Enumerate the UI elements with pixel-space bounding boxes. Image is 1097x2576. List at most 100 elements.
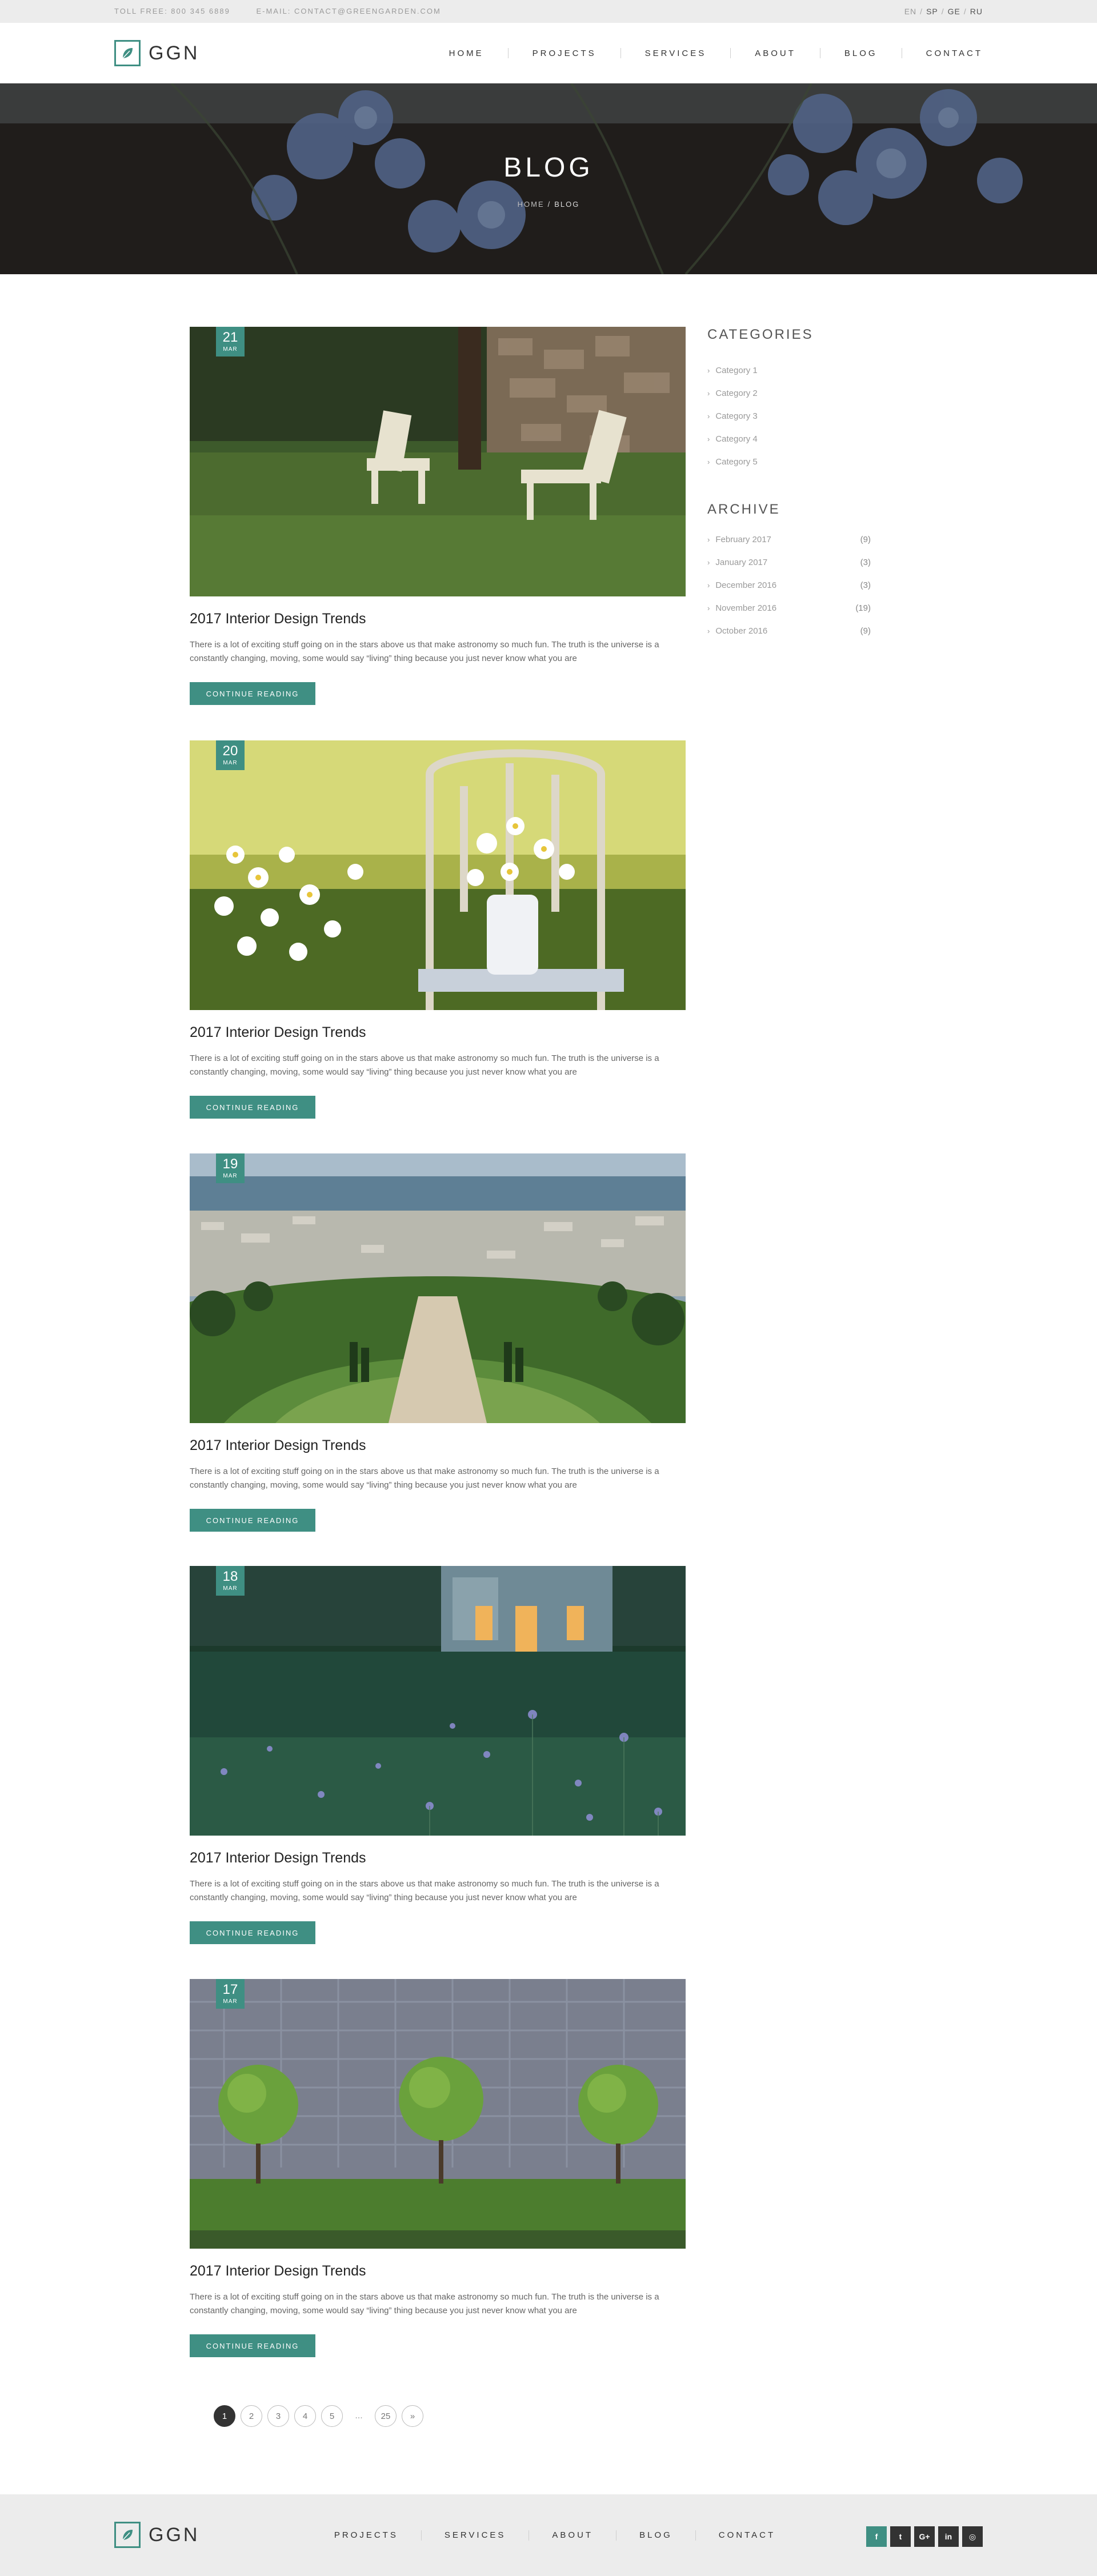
date-badge: 18 MAR [216, 1566, 245, 1596]
archive-item[interactable]: › October 2016 (9) [707, 619, 907, 642]
post-title[interactable]: 2017 Interior Design Trends [190, 1850, 366, 1866]
chevron-right-icon: › [707, 535, 710, 544]
leaf-icon [114, 40, 141, 66]
post-title[interactable]: 2017 Interior Design Trends [190, 2263, 366, 2279]
lang-separator: / [941, 7, 944, 16]
contact-info: TOLL FREE: 800 345 6889 E-MAIL: CONTACT@… [114, 0, 441, 23]
post-image[interactable]: 18 MAR [190, 1566, 686, 1836]
archive-count: (19) [855, 603, 871, 613]
archive-count: (3) [860, 580, 871, 590]
date-badge: 20 MAR [216, 740, 245, 770]
post-image[interactable]: 17 MAR [190, 1979, 686, 2249]
post-title[interactable]: 2017 Interior Design Trends [190, 611, 366, 627]
google-plus-icon[interactable]: G+ [914, 2526, 935, 2547]
site-logo[interactable]: GGN [114, 40, 199, 66]
lang-ge[interactable]: GE [948, 7, 960, 16]
chevron-right-icon: › [707, 580, 710, 590]
category-label: Category 2 [715, 388, 758, 398]
archive-item[interactable]: › January 2017 (3) [707, 551, 907, 574]
linkedin-icon[interactable]: in [938, 2526, 959, 2547]
facebook-icon[interactable]: f [866, 2526, 887, 2547]
chevron-right-icon: › [707, 434, 710, 443]
footer-nav-contact[interactable]: CONTACT [719, 2530, 775, 2540]
page-button-3[interactable]: 3 [267, 2405, 289, 2427]
post-image[interactable]: 21 MAR [190, 327, 686, 596]
nav-blog[interactable]: BLOG [844, 49, 878, 58]
chevron-right-icon: › [707, 457, 710, 466]
footer-nav-projects[interactable]: PROJECTS [334, 2530, 398, 2540]
daisies-on-chair-photo [190, 740, 686, 1010]
continue-reading-button[interactable]: CONTINUE READING [190, 1509, 315, 1532]
nav-divider [620, 48, 621, 58]
category-item[interactable]: › Category 3 [707, 404, 907, 427]
nav-home[interactable]: HOME [449, 49, 484, 58]
social-links: f t G+ in ◎ [863, 2526, 983, 2547]
page-button-4[interactable]: 4 [294, 2405, 316, 2427]
post-excerpt: There is a lot of exciting stuff going o… [190, 640, 659, 663]
category-label: Category 5 [715, 456, 758, 467]
chevron-right-icon: › [707, 411, 710, 420]
page-title: BLOG [503, 153, 594, 183]
date-day: 18 [222, 1569, 238, 1584]
archive-item[interactable]: › December 2016 (3) [707, 574, 907, 596]
archive-count: (9) [860, 626, 871, 636]
category-label: Category 1 [715, 365, 758, 375]
post-image[interactable]: 19 MAR [190, 1153, 686, 1423]
instagram-icon[interactable]: ◎ [962, 2526, 983, 2547]
next-page-button[interactable]: » [402, 2405, 423, 2427]
footer-nav-about[interactable]: ABOUT [552, 2530, 593, 2540]
post-excerpt: There is a lot of exciting stuff going o… [190, 1467, 659, 1490]
footer-nav-services[interactable]: SERVICES [445, 2530, 506, 2540]
continue-reading-button[interactable]: CONTINUE READING [190, 2334, 315, 2357]
chevron-right-icon: › [707, 626, 710, 635]
post-title[interactable]: 2017 Interior Design Trends [190, 1437, 366, 1454]
chevron-right-icon: › [707, 388, 710, 398]
category-label: Category 3 [715, 411, 758, 421]
archive-item[interactable]: › February 2017 (9) [707, 528, 907, 551]
page-button-1[interactable]: 1 [214, 2405, 235, 2427]
lang-separator: / [963, 7, 967, 16]
category-item[interactable]: › Category 4 [707, 427, 907, 450]
twitter-icon[interactable]: t [890, 2526, 911, 2547]
nav-projects[interactable]: PROJECTS [533, 49, 596, 58]
continue-reading-button[interactable]: CONTINUE READING [190, 1921, 315, 1944]
post-image[interactable]: 20 MAR [190, 740, 686, 1010]
post-excerpt: There is a lot of exciting stuff going o… [190, 1053, 659, 1077]
chevron-right-icon: › [707, 366, 710, 375]
category-item[interactable]: › Category 5 [707, 450, 907, 473]
page-button-last[interactable]: 25 [375, 2405, 397, 2427]
date-month: MAR [223, 1173, 238, 1179]
date-month: MAR [223, 1585, 238, 1592]
nav-services[interactable]: SERVICES [645, 49, 707, 58]
category-item[interactable]: › Category 2 [707, 382, 907, 404]
lang-sp[interactable]: SP [926, 7, 938, 16]
date-day: 19 [222, 1156, 238, 1172]
sidebar: CATEGORIES › Category 1 › Category 2 › Cate… [707, 327, 907, 636]
continue-reading-button[interactable]: CONTINUE READING [190, 1096, 315, 1119]
date-month: MAR [223, 346, 238, 352]
lang-ru[interactable]: RU [970, 7, 983, 16]
lang-en[interactable]: EN [904, 7, 916, 16]
email-text[interactable]: E-MAIL: CONTACT@GREENGARDEN.COM [256, 7, 441, 15]
toll-free-text: TOLL FREE: 800 345 6889 [114, 7, 230, 15]
archive-list: › February 2017 (9) › January 2017 (3) › Dece… [707, 528, 907, 642]
post-title[interactable]: 2017 Interior Design Trends [190, 1024, 366, 1041]
date-day: 20 [222, 743, 238, 759]
page-button-2[interactable]: 2 [241, 2405, 262, 2427]
continue-reading-button[interactable]: CONTINUE READING [190, 682, 315, 705]
category-label: Category 4 [715, 434, 758, 444]
main-nav: HOME PROJECTS SERVICES ABOUT BLOG CONTAC… [449, 23, 983, 83]
category-item[interactable]: › Category 1 [707, 359, 907, 382]
footer-nav-blog[interactable]: BLOG [639, 2530, 672, 2540]
nav-contact[interactable]: CONTACT [926, 49, 983, 58]
archive-item[interactable]: › November 2016 (19) [707, 596, 907, 619]
site-footer: GGN PROJECTS SERVICES ABOUT BLOG CONTACT… [0, 2494, 1097, 2576]
nav-about[interactable]: ABOUT [755, 49, 796, 58]
archive-heading: ARCHIVE [707, 502, 780, 517]
page-button-5[interactable]: 5 [321, 2405, 343, 2427]
date-month: MAR [223, 1998, 238, 2005]
post-excerpt: There is a lot of exciting stuff going o… [190, 2292, 659, 2315]
breadcrumb-current: BLOG [554, 200, 580, 209]
breadcrumb-home[interactable]: HOME [518, 200, 545, 209]
archive-label: February 2017 [715, 534, 771, 544]
